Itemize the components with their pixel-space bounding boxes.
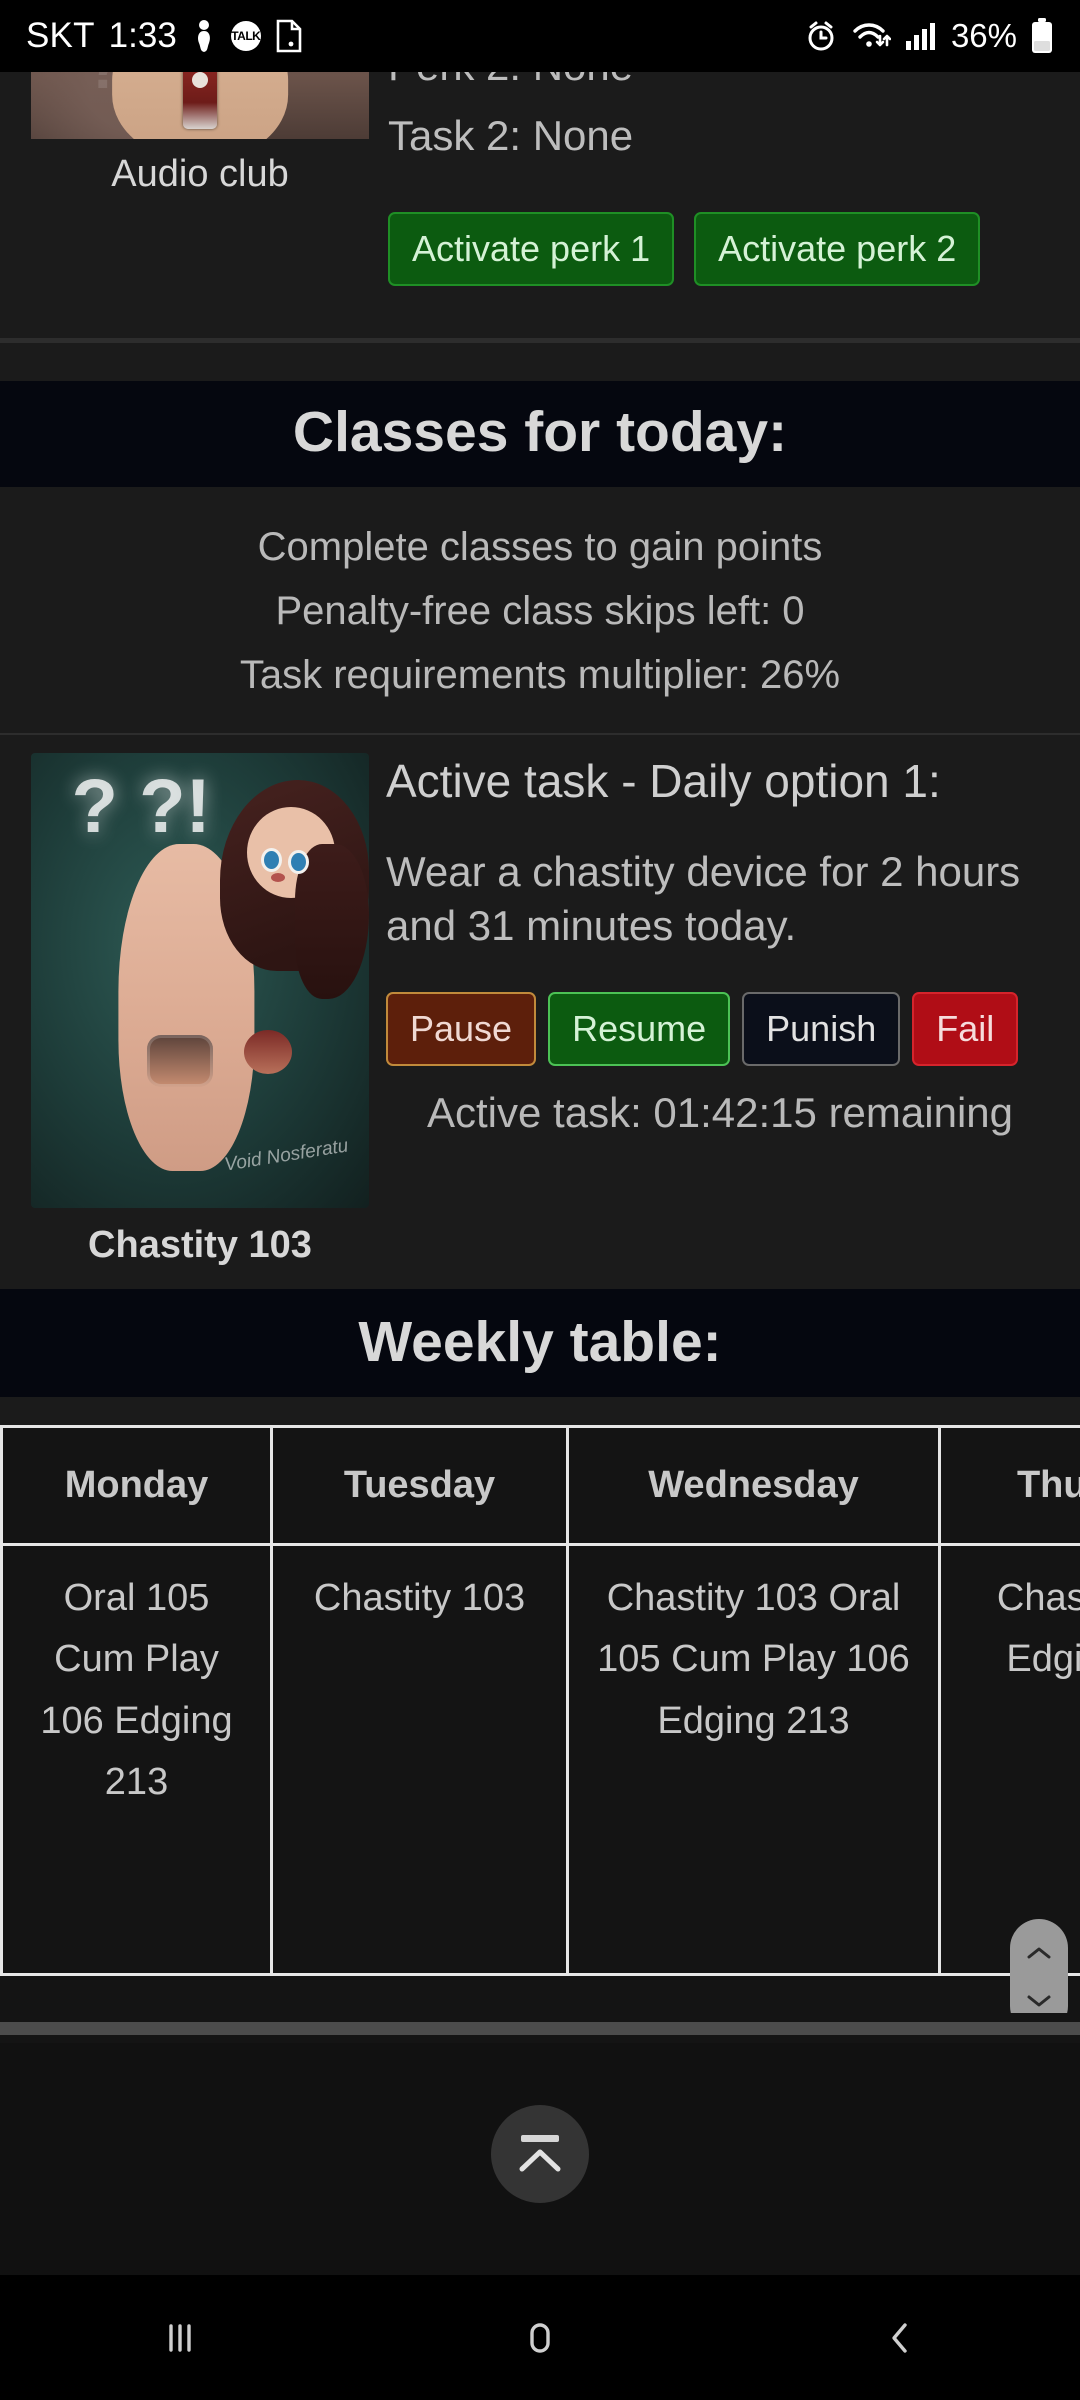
classes-info-block: Complete classes to gain points Penalty-… (0, 486, 1080, 733)
wifi-icon (851, 19, 891, 53)
fab-zone (0, 2042, 1080, 2269)
chevron-down-icon[interactable] (1026, 1993, 1052, 2009)
horizontal-scrollbar-thumb[interactable] (0, 2021, 1080, 2035)
person-notification-icon (191, 19, 217, 53)
weekly-table-banner: Weekly table: (0, 1288, 1080, 1397)
status-bar-right: 36% (804, 17, 1054, 55)
active-task-row: ? ?! Void Nosferatu Chastity 103 Active … (0, 732, 1080, 1289)
classes-info-line-2: Penalty-free class skips left: 0 (275, 588, 805, 633)
status-bar: SKT 1:33 TALK 36% (0, 0, 1080, 72)
fail-button[interactable]: Fail (912, 992, 1019, 1067)
weekly-table-wrapper[interactable]: Monday Tuesday Wednesday Thursday Frida … (0, 1422, 1080, 2013)
task-image-question-marks: ? ?! (71, 763, 211, 849)
phone-screen: SKT 1:33 TALK 36% Audio club Task 2: Non… (0, 0, 1080, 2400)
column-header-tuesday: Tuesday (270, 1424, 569, 1546)
horizontal-scrollbar[interactable] (0, 2012, 1080, 2043)
recents-button[interactable] (90, 2315, 270, 2361)
scroll-to-top-fab[interactable] (491, 2104, 589, 2203)
app-content: ? Audio club Perk 2: None Task 2: None A… (0, 72, 1080, 2275)
active-task-thumbnail-image[interactable]: ? ?! Void Nosferatu (31, 752, 369, 1208)
android-nav-bar (0, 2275, 1080, 2400)
classes-info-line-3: Task requirements multiplier: 26% (239, 652, 841, 697)
cell-monday: Oral 105 Cum Play 106 Edging 213 (0, 1542, 273, 1976)
task-image-hair-back (294, 843, 369, 999)
spacer-above-classes (0, 343, 1080, 381)
active-task-label: Chastity 103 (88, 1223, 312, 1266)
signal-bars-icon (904, 19, 938, 53)
clock-label: 1:33 (108, 16, 177, 55)
active-task-timer: Active task: 01:42:15 remaining (427, 1089, 1013, 1137)
task-image-signature: Void Nosferatu (222, 1135, 350, 1176)
task-image-eye-left (264, 850, 280, 869)
club-image-device (183, 72, 217, 130)
battery-percent-label: 36% (950, 17, 1017, 54)
carrier-label: SKT (26, 16, 95, 55)
task-image-hand (243, 1030, 292, 1075)
cell-thursday: Chastity 103 Edging 213 (938, 1542, 1080, 1976)
home-icon[interactable] (517, 2315, 563, 2361)
classes-title: Classes for today: (292, 400, 788, 464)
active-task-info: Active task - Daily option 1: Wear a cha… (380, 753, 1080, 1267)
back-button[interactable] (810, 2315, 990, 2361)
activate-perk-1-button[interactable]: Activate perk 1 (388, 212, 675, 286)
task-image-chastity-cage (146, 1034, 213, 1087)
column-header-thursday: Thursday (938, 1424, 1080, 1546)
classes-info-line-1: Complete classes to gain points (257, 524, 823, 569)
task-2-line: Task 2: None (388, 112, 634, 159)
spacer-above-table (0, 1396, 1080, 1423)
weekly-table-header-row: Monday Tuesday Wednesday Thursday Frida (0, 1424, 1080, 1546)
activate-perk-2-button[interactable]: Activate perk 2 (694, 212, 981, 286)
weekly-table: Monday Tuesday Wednesday Thursday Frida … (0, 1424, 1080, 1976)
back-icon[interactable] (877, 2315, 923, 2361)
club-perk-row: ? Audio club Perk 2: None Task 2: None A… (0, 72, 1080, 338)
kakaotalk-icon: TALK (230, 21, 261, 51)
document-notification-icon (275, 19, 303, 53)
club-image-question-mark: ? (85, 72, 123, 98)
classes-banner: Classes for today: (0, 381, 1080, 487)
perk-2-line: Perk 2: None (388, 72, 1050, 86)
cell-tuesday: Chastity 103 (270, 1542, 569, 1976)
fab-top-bar (521, 2134, 559, 2142)
active-task-title: Active task - Daily option 1: (386, 754, 941, 807)
punish-button[interactable]: Punish (742, 992, 901, 1067)
club-thumbnail-block[interactable]: ? Audio club (0, 72, 380, 338)
column-header-monday: Monday (0, 1424, 273, 1546)
club-info-block: Perk 2: None Task 2: None Activate perk … (380, 72, 1080, 338)
cell-wednesday: Chastity 103 Oral 105 Cum Play 106 Edgin… (566, 1542, 941, 1976)
club-label: Audio club (111, 153, 289, 195)
status-bar-left: SKT 1:33 TALK (26, 16, 303, 56)
column-header-wednesday: Wednesday (566, 1424, 941, 1546)
recents-icon[interactable] (157, 2315, 203, 2361)
chevron-up-icon (517, 2147, 563, 2173)
perk-button-row: Activate perk 1 Activate perk 2 (388, 212, 1050, 286)
table-row: Oral 105 Cum Play 106 Edging 213 Chastit… (0, 1542, 1080, 1976)
resume-button[interactable]: Resume (548, 992, 731, 1067)
battery-icon (1030, 18, 1054, 54)
home-button[interactable] (450, 2315, 630, 2361)
pause-button[interactable]: Pause (386, 992, 537, 1067)
active-task-thumbnail-block[interactable]: ? ?! Void Nosferatu Chastity 103 (0, 752, 380, 1267)
active-task-description: Wear a chastity device for 2 hours and 3… (386, 847, 1021, 949)
alarm-icon (804, 19, 838, 53)
vertical-scroll-handle[interactable] (1010, 1918, 1068, 2013)
weekly-table-title: Weekly table: (358, 1309, 722, 1374)
chevron-up-icon[interactable] (1026, 1945, 1052, 1961)
club-thumbnail-image[interactable]: ? (31, 72, 369, 139)
active-task-button-row: Pause Resume Punish Fail (386, 992, 1054, 1067)
